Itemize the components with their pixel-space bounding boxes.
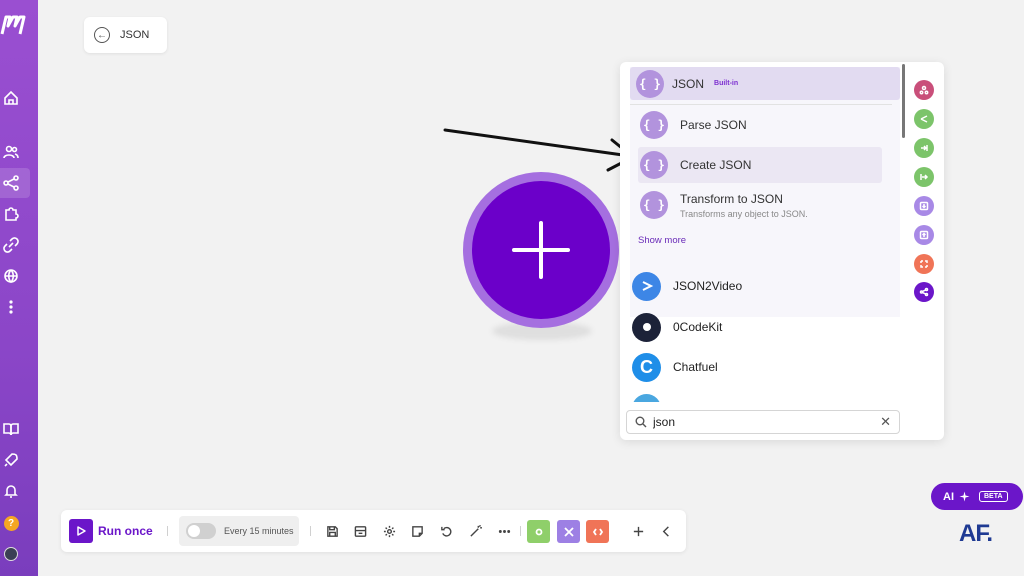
action-label: Create JSON (680, 158, 752, 172)
text-parser-icon (592, 528, 603, 535)
built-in-badge: Built-in (714, 80, 739, 87)
notes-icon[interactable] (408, 522, 426, 540)
action-transform-to-json[interactable]: { } Transform to JSON Transforms any obj… (638, 187, 882, 223)
scheduling-switch[interactable] (186, 523, 216, 539)
scheduling-settings-icon[interactable] (351, 522, 369, 540)
app-0codekit[interactable]: 0CodeKit (632, 310, 892, 344)
home-icon[interactable] (0, 87, 22, 109)
docs-book-icon[interactable] (0, 418, 22, 440)
scenarios-icon[interactable] (0, 172, 22, 194)
add-plus-icon[interactable] (629, 522, 647, 540)
plus-icon (512, 221, 570, 279)
rail-aggregator-icon[interactable] (914, 138, 934, 158)
0codekit-icon (632, 312, 661, 342)
action-parse-json[interactable]: { } Parse JSON (638, 107, 882, 143)
rail-share-icon[interactable] (914, 282, 934, 302)
json2video-icon (632, 271, 661, 301)
clear-search-icon[interactable]: ✕ (880, 414, 891, 430)
panel-scrollbar[interactable] (902, 64, 905, 138)
chatfuel-icon: C (632, 352, 661, 382)
notifications-bell-icon[interactable] (0, 480, 22, 502)
app-icon (632, 393, 661, 402)
back-label: JSON (120, 29, 150, 41)
make-logo[interactable] (0, 14, 30, 40)
apps-puzzle-icon[interactable] (0, 203, 22, 225)
save-icon[interactable] (323, 522, 341, 540)
app-chatfuel[interactable]: C Chatfuel (632, 350, 892, 384)
divider (520, 526, 521, 536)
tools-tile[interactable] (527, 520, 550, 543)
schedule-label: Every 15 minutes (224, 526, 294, 536)
rail-iterator-icon[interactable] (914, 167, 934, 187)
json-bracket-icon: { } (640, 151, 668, 179)
show-more-link[interactable]: Show more (638, 235, 686, 246)
back-button[interactable]: ← JSON (84, 17, 167, 53)
rail-router-icon[interactable] (914, 109, 934, 129)
divider (630, 104, 892, 105)
action-create-json[interactable]: { } Create JSON (638, 147, 882, 183)
more-horizontal-icon[interactable] (495, 522, 513, 540)
collapse-chevron-icon[interactable] (657, 522, 675, 540)
whats-new-rocket-icon[interactable] (0, 449, 22, 471)
team-icon[interactable] (0, 141, 22, 163)
ai-label: AI (943, 490, 954, 503)
back-arrow-icon: ← (94, 27, 110, 43)
search-icon (635, 416, 647, 428)
app-partial[interactable] (632, 391, 892, 402)
rail-flow-control-icon[interactable] (914, 80, 934, 100)
help-icon[interactable]: ? (0, 512, 22, 534)
text-parser-tile[interactable] (586, 520, 609, 543)
run-once-button[interactable] (69, 519, 93, 543)
module-list[interactable]: { } JSON Built-in { } Parse JSON { } Cre… (620, 62, 904, 402)
action-label: Transform to JSON (680, 191, 783, 206)
app-label: JSON2Video (673, 279, 743, 293)
settings-gear-icon[interactable] (380, 522, 398, 540)
module-picker-panel: { } JSON Built-in { } Parse JSON { } Cre… (620, 62, 944, 440)
undo-icon[interactable] (437, 522, 455, 540)
json-bracket-icon: { } (640, 111, 668, 139)
action-description: Transforms any object to JSON. (680, 208, 808, 219)
rail-download-icon[interactable] (914, 196, 934, 216)
tools-gear-icon (535, 528, 542, 535)
json-bracket-icon: { } (636, 69, 664, 98)
flow-control-tile[interactable] (557, 520, 580, 543)
module-search[interactable]: ✕ (626, 410, 900, 434)
ai-assistant-button[interactable]: AI BETA (931, 483, 1023, 510)
more-vertical-icon[interactable] (0, 296, 22, 318)
connections-link-icon[interactable] (0, 234, 22, 256)
schedule-toggle[interactable]: Every 15 minutes (179, 516, 299, 546)
flow-control-icon (563, 526, 574, 537)
scenario-toolbar: Run once Every 15 minutes (61, 510, 686, 552)
rail-upload-icon[interactable] (914, 225, 934, 245)
app-json2video[interactable]: JSON2Video (632, 269, 892, 303)
auto-align-wand-icon[interactable] (466, 522, 484, 540)
search-input[interactable] (653, 415, 875, 429)
json-app-name: JSON (672, 76, 705, 91)
sparkle-icon (959, 491, 970, 502)
app-label: 0CodeKit (673, 320, 723, 334)
app-label: Chatfuel (673, 360, 718, 374)
action-label: Parse JSON (680, 118, 747, 132)
json-app-header[interactable]: { } JSON Built-in (630, 67, 900, 100)
beta-badge: BETA (979, 491, 1008, 502)
divider (167, 526, 168, 536)
avatar[interactable] (0, 543, 22, 565)
annotation-arrow (443, 128, 635, 172)
play-icon (77, 526, 86, 536)
webhooks-globe-icon[interactable] (0, 265, 22, 287)
run-once-label[interactable]: Run once (98, 524, 153, 538)
watermark-logo: AF. (959, 520, 993, 547)
main-sidebar: ? (0, 0, 38, 576)
divider (310, 526, 311, 536)
rail-text-parser-icon[interactable] (914, 254, 934, 274)
json-bracket-icon: { } (640, 191, 668, 219)
